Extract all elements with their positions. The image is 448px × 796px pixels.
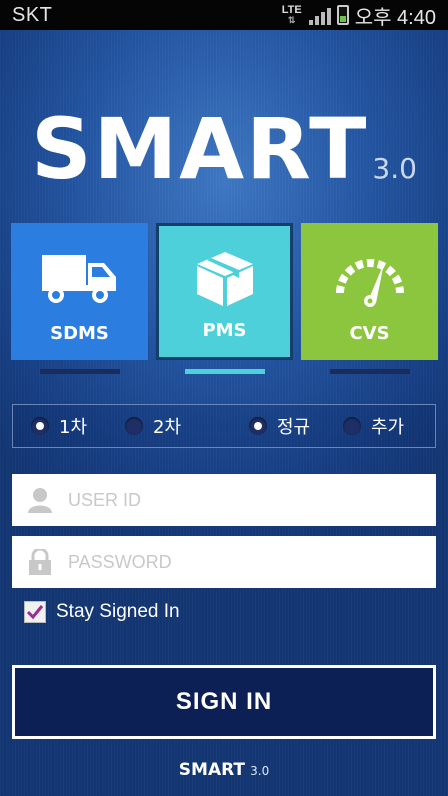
battery-icon — [336, 5, 349, 25]
stay-signed-in-checkbox[interactable]: Stay Signed In — [24, 601, 180, 623]
user-id-field — [12, 474, 436, 526]
stay-signed-in-label: Stay Signed In — [56, 601, 180, 622]
tile-indicator-cvs — [330, 369, 410, 374]
footer-title: SMART — [178, 760, 246, 780]
status-indicators: LTE ⇅ 오후 4:40 — [281, 1, 436, 30]
radio-option-additional[interactable]: 추가 — [343, 413, 404, 439]
radio-unchecked-icon — [343, 417, 361, 435]
password-input[interactable] — [68, 551, 436, 573]
app-logo: SMART 3.0 — [0, 100, 448, 198]
tile-label-pms: PMS — [202, 320, 247, 341]
package-box-icon — [193, 248, 257, 312]
lte-icon: LTE ⇅ — [281, 4, 302, 26]
radio-checked-icon — [249, 417, 267, 435]
lock-icon — [28, 547, 52, 579]
signal-icon — [308, 5, 331, 25]
user-icon — [28, 487, 52, 517]
radio-label: 2차 — [153, 417, 182, 438]
tile-label-cvs: CVS — [349, 323, 390, 344]
tile-label-sdms: SDMS — [50, 323, 109, 344]
tile-indicator-sdms — [40, 369, 120, 374]
login-screen: SKT LTE ⇅ 오후 4:40 SMART 3.0 SDMS PMS CVS… — [0, 0, 448, 796]
tile-pms[interactable]: PMS — [156, 223, 293, 360]
radio-label: 1차 — [59, 417, 88, 438]
logo-title: SMART — [31, 100, 369, 198]
clock: 오후 4:40 — [354, 6, 436, 29]
status-bar: SKT LTE ⇅ 오후 4:40 — [0, 0, 448, 30]
footer-version: 3.0 — [250, 764, 270, 778]
module-tiles: SDMS PMS CVS — [11, 223, 438, 375]
tile-cvs[interactable]: CVS — [301, 223, 438, 360]
carrier-name: SKT — [12, 3, 53, 26]
radio-checked-icon — [31, 417, 49, 435]
sign-in-button[interactable]: SIGN IN — [12, 665, 436, 739]
radio-option-2cha[interactable]: 2차 — [125, 413, 181, 439]
user-id-input[interactable] — [68, 489, 436, 511]
tile-sdms[interactable]: SDMS — [11, 223, 148, 360]
footer-brand: SMART 3.0 — [0, 760, 448, 780]
radio-option-regular[interactable]: 정규 — [249, 413, 310, 439]
checkbox-checked-icon — [24, 601, 46, 623]
tile-indicator-pms — [185, 369, 265, 374]
truck-icon — [40, 249, 120, 309]
option-radio-group: 1차 2차 정규 추가 — [12, 404, 436, 448]
radio-option-1cha[interactable]: 1차 — [31, 413, 87, 439]
radio-unchecked-icon — [125, 417, 143, 435]
radio-label: 추가 — [371, 417, 405, 438]
password-field — [12, 536, 436, 588]
radio-label: 정규 — [277, 417, 311, 438]
speedometer-icon — [334, 249, 406, 313]
logo-version: 3.0 — [372, 152, 417, 185]
